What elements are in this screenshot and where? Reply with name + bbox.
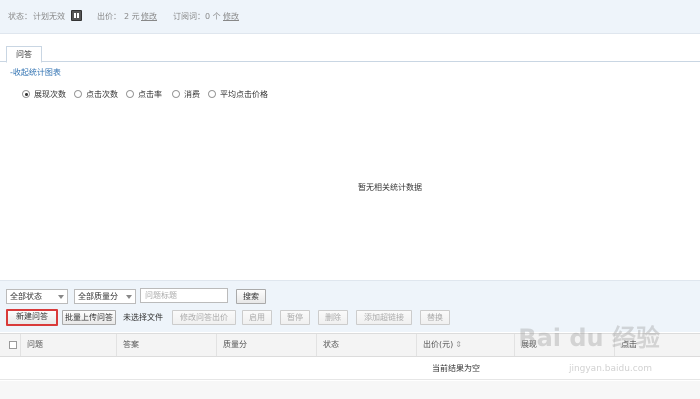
radio-icon	[172, 90, 180, 98]
radio-selected-icon	[22, 90, 30, 98]
column-header-answer[interactable]: 答案	[116, 334, 216, 356]
subscription-edit-link[interactable]: 修改	[223, 11, 239, 22]
column-header-bid[interactable]: 出价(元) ⇕	[416, 334, 514, 356]
add-link-button[interactable]: 添加超链接	[356, 310, 412, 325]
pause-button[interactable]: 暂停	[280, 310, 310, 325]
column-header-status[interactable]: 状态	[316, 334, 416, 356]
subscription-label: 订阅词：	[173, 12, 205, 21]
chevron-down-icon	[58, 295, 64, 299]
title-search-input[interactable]: 问题标题	[140, 288, 228, 303]
baidu-jingyan-watermark: Bai du 经验	[518, 324, 660, 352]
chart-empty-message: 暂无相关统计数据	[358, 183, 422, 192]
search-button[interactable]: 搜索	[236, 289, 266, 304]
subscription-value: 0 个	[205, 12, 221, 21]
watermark-url: jingyan.baidu.com	[568, 364, 652, 374]
delete-button[interactable]: 删除	[318, 310, 348, 325]
edit-bid-button[interactable]: 修改问答出价	[172, 310, 236, 325]
replace-button[interactable]: 替换	[420, 310, 450, 325]
radio-icon	[208, 90, 216, 98]
pause-toggle-button[interactable]	[71, 10, 82, 21]
status-value: 计划无效	[33, 12, 65, 21]
file-status-text: 未选择文件	[123, 313, 163, 322]
table-footer	[0, 381, 700, 399]
sort-icon: ⇕	[455, 340, 462, 349]
metric-radio-ctr[interactable]: 点击率	[126, 89, 162, 100]
tab-qa[interactable]: 问答	[6, 46, 42, 63]
new-qa-button[interactable]: 新建问答	[6, 309, 58, 326]
enable-button[interactable]: 启用	[242, 310, 272, 325]
chevron-down-icon	[126, 295, 132, 299]
metric-radio-impressions[interactable]: 展现次数	[22, 89, 66, 100]
status-bar: 状态： 计划无效 出价： 2 元 修改 订阅词： 0 个 修改	[0, 0, 700, 34]
bid-label: 出价：	[97, 12, 121, 21]
column-header-quality[interactable]: 质量分	[216, 334, 316, 356]
tab-strip: 问答	[0, 42, 700, 63]
select-all-checkbox[interactable]	[9, 341, 17, 349]
metric-radio-cost[interactable]: 消费	[172, 89, 200, 100]
quality-filter-select[interactable]: 全部质量分	[74, 289, 136, 304]
radio-icon	[74, 90, 82, 98]
bid-value: 2 元	[124, 12, 140, 21]
metric-radio-clicks[interactable]: 点击次数	[74, 89, 118, 100]
bid-edit-link[interactable]: 修改	[141, 11, 157, 22]
status-label: 状态：	[8, 12, 32, 21]
collapse-chart-link[interactable]: -收起统计图表	[10, 67, 61, 78]
metric-radio-avg-cpc[interactable]: 平均点击价格	[208, 89, 268, 100]
status-filter-select[interactable]: 全部状态	[6, 289, 68, 304]
batch-upload-button[interactable]: 批量上传问答	[62, 310, 116, 325]
radio-icon	[126, 90, 134, 98]
column-header-question[interactable]: 问题	[20, 334, 116, 356]
